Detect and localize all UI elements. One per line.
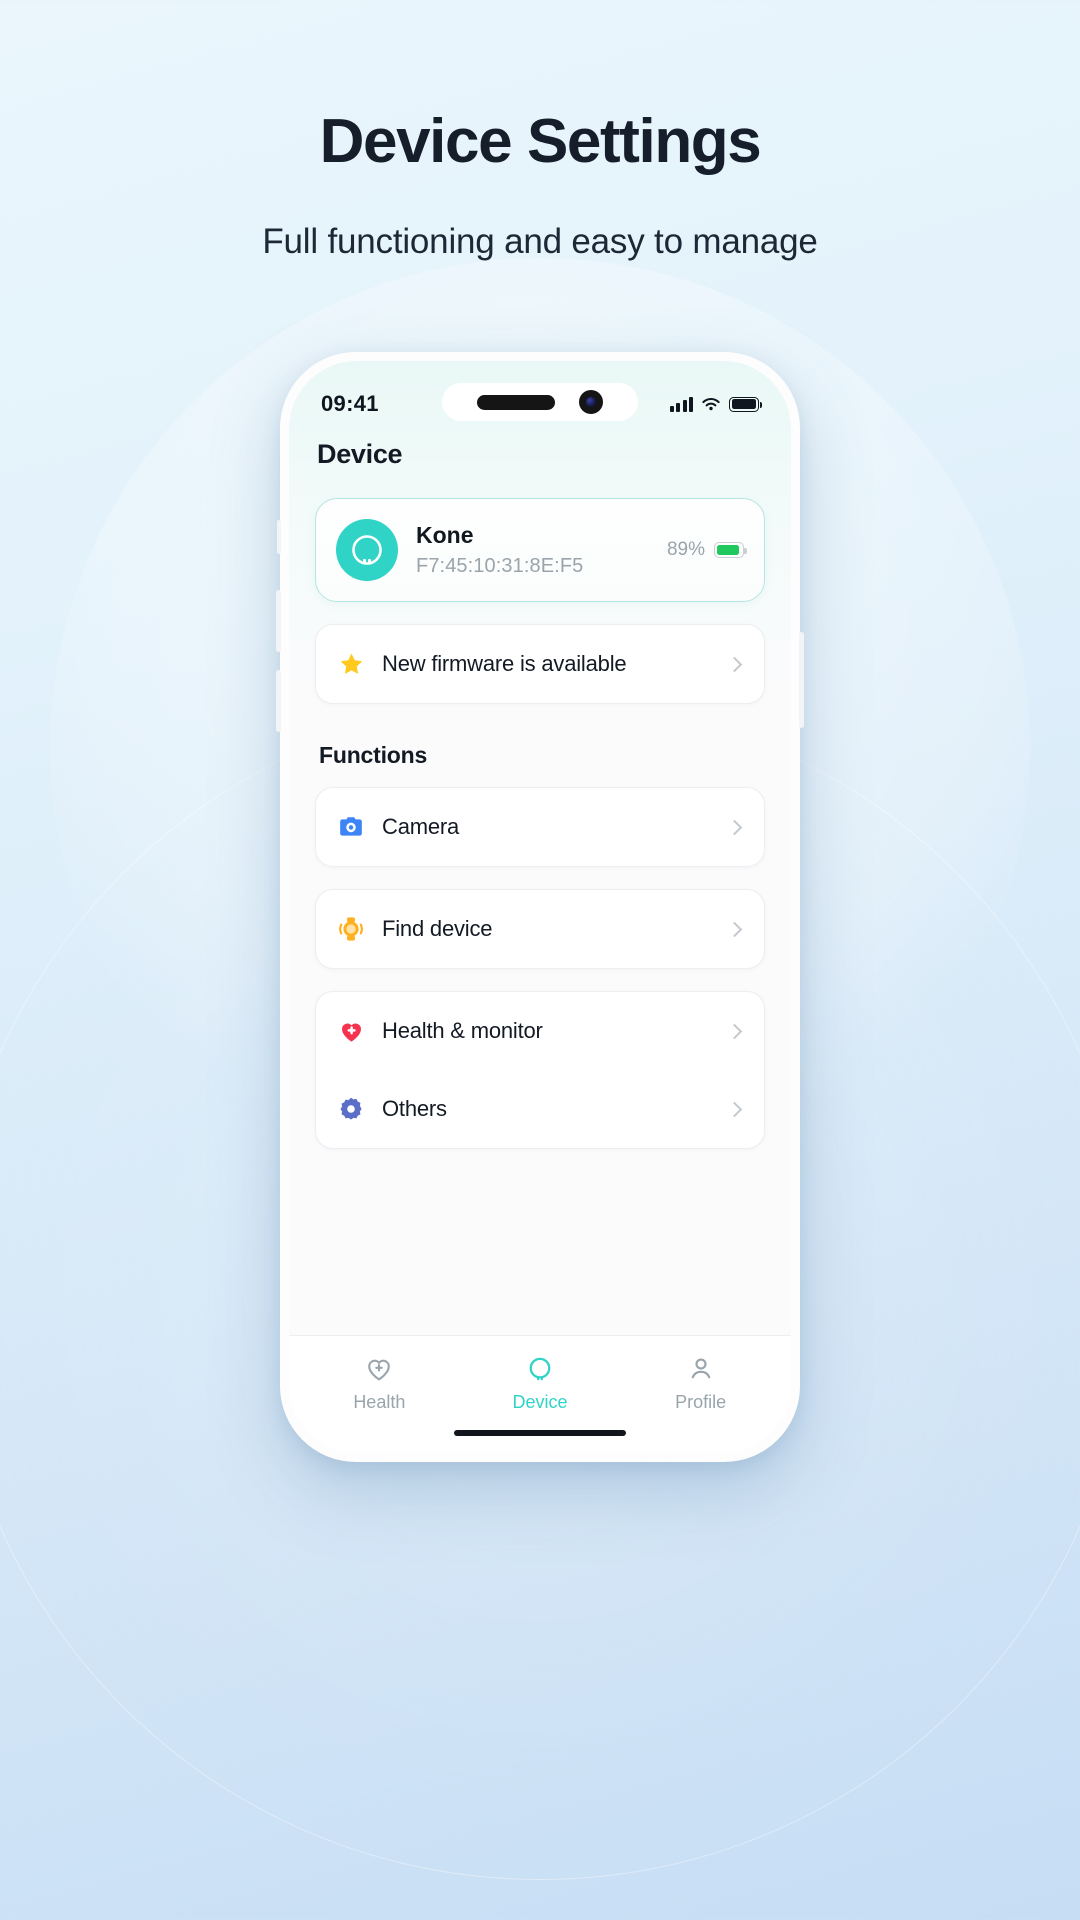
function-row-label: Others [382, 1096, 447, 1121]
device-battery-status: 89% [666, 539, 747, 561]
chevron-right-icon [726, 1101, 743, 1117]
device-mac-address: F7:45:10:31:8E:F5 [416, 554, 584, 577]
battery-full-icon [714, 542, 747, 558]
phone-mockup: 09:41 Device Kone F7:45:10:31:8E:F5 89% … [276, 352, 804, 1462]
firmware-card[interactable]: New firmware is available [315, 624, 765, 704]
device-info: Kone F7:45:10:31:8E:F5 [416, 522, 649, 578]
tab-label: Health [353, 1392, 406, 1412]
person-icon [691, 1358, 710, 1379]
chevron-right-icon [726, 1023, 743, 1039]
tab-label: Profile [675, 1392, 727, 1412]
page-subtitle: Full functioning and easy to manage [262, 222, 818, 261]
function-row-label: Camera [382, 814, 460, 839]
function-row-label: Health & monitor [382, 1018, 543, 1043]
speaker-pill [477, 394, 555, 410]
watch-find-icon [336, 914, 366, 944]
page-title: Device Settings [319, 107, 762, 176]
status-bar-time: 09:41 [321, 391, 379, 416]
screen-content: Device Kone F7:45:10:31:8E:F5 89% New fi… [289, 361, 791, 1453]
mute-switch[interactable] [277, 520, 281, 554]
tab-health[interactable]: Health [319, 1354, 439, 1413]
scroll-area[interactable]: Device Kone F7:45:10:31:8E:F5 89% New fi… [289, 361, 791, 1335]
functions-group-other: Health & monitor Others [315, 991, 765, 1149]
chevron-right-icon [726, 656, 743, 672]
volume-up-button[interactable] [276, 590, 281, 652]
screen-title: Device [317, 439, 403, 469]
device-name: Kone [416, 522, 474, 549]
heart-pulse-icon [368, 1359, 391, 1381]
functions-group-camera: Camera [315, 787, 765, 867]
battery-icon [729, 396, 763, 412]
wifi-icon [702, 397, 720, 410]
camera-icon [336, 812, 366, 842]
firmware-row[interactable]: New firmware is available [316, 625, 764, 703]
volume-down-button[interactable] [276, 670, 281, 732]
heart-plus-icon [336, 1016, 366, 1046]
device-card[interactable]: Kone F7:45:10:31:8E:F5 89% [315, 498, 765, 602]
star-icon [336, 649, 366, 679]
chevron-right-icon [726, 921, 743, 937]
tab-label: Device [512, 1392, 568, 1412]
chevron-right-icon [726, 819, 743, 835]
power-button[interactable] [799, 632, 804, 728]
status-bar-icons [669, 396, 763, 412]
functions-group-find: Find device [315, 889, 765, 969]
function-row-label: Find device [382, 916, 493, 941]
function-row-camera[interactable]: Camera [316, 788, 764, 866]
tab-profile[interactable]: Profile [641, 1354, 761, 1413]
function-row-others[interactable]: Others [316, 1070, 764, 1148]
dynamic-island [442, 383, 638, 421]
device-ring-icon [529, 1357, 551, 1381]
cellular-signal-icon [669, 396, 693, 412]
function-row-find-device[interactable]: Find device [316, 890, 764, 968]
home-indicator[interactable] [454, 1430, 626, 1436]
device-ring-icon [336, 519, 398, 581]
tab-device[interactable]: Device [480, 1354, 600, 1413]
phone-screen: 09:41 Device Kone F7:45:10:31:8E:F5 89% … [289, 361, 791, 1453]
firmware-row-label: New firmware is available [382, 651, 627, 676]
front-camera-icon [579, 390, 603, 414]
function-row-health-monitor[interactable]: Health & monitor [316, 992, 764, 1070]
device-battery-percent: 89% [666, 539, 705, 560]
functions-section-label: Functions [319, 742, 428, 768]
gear-icon [336, 1094, 366, 1124]
